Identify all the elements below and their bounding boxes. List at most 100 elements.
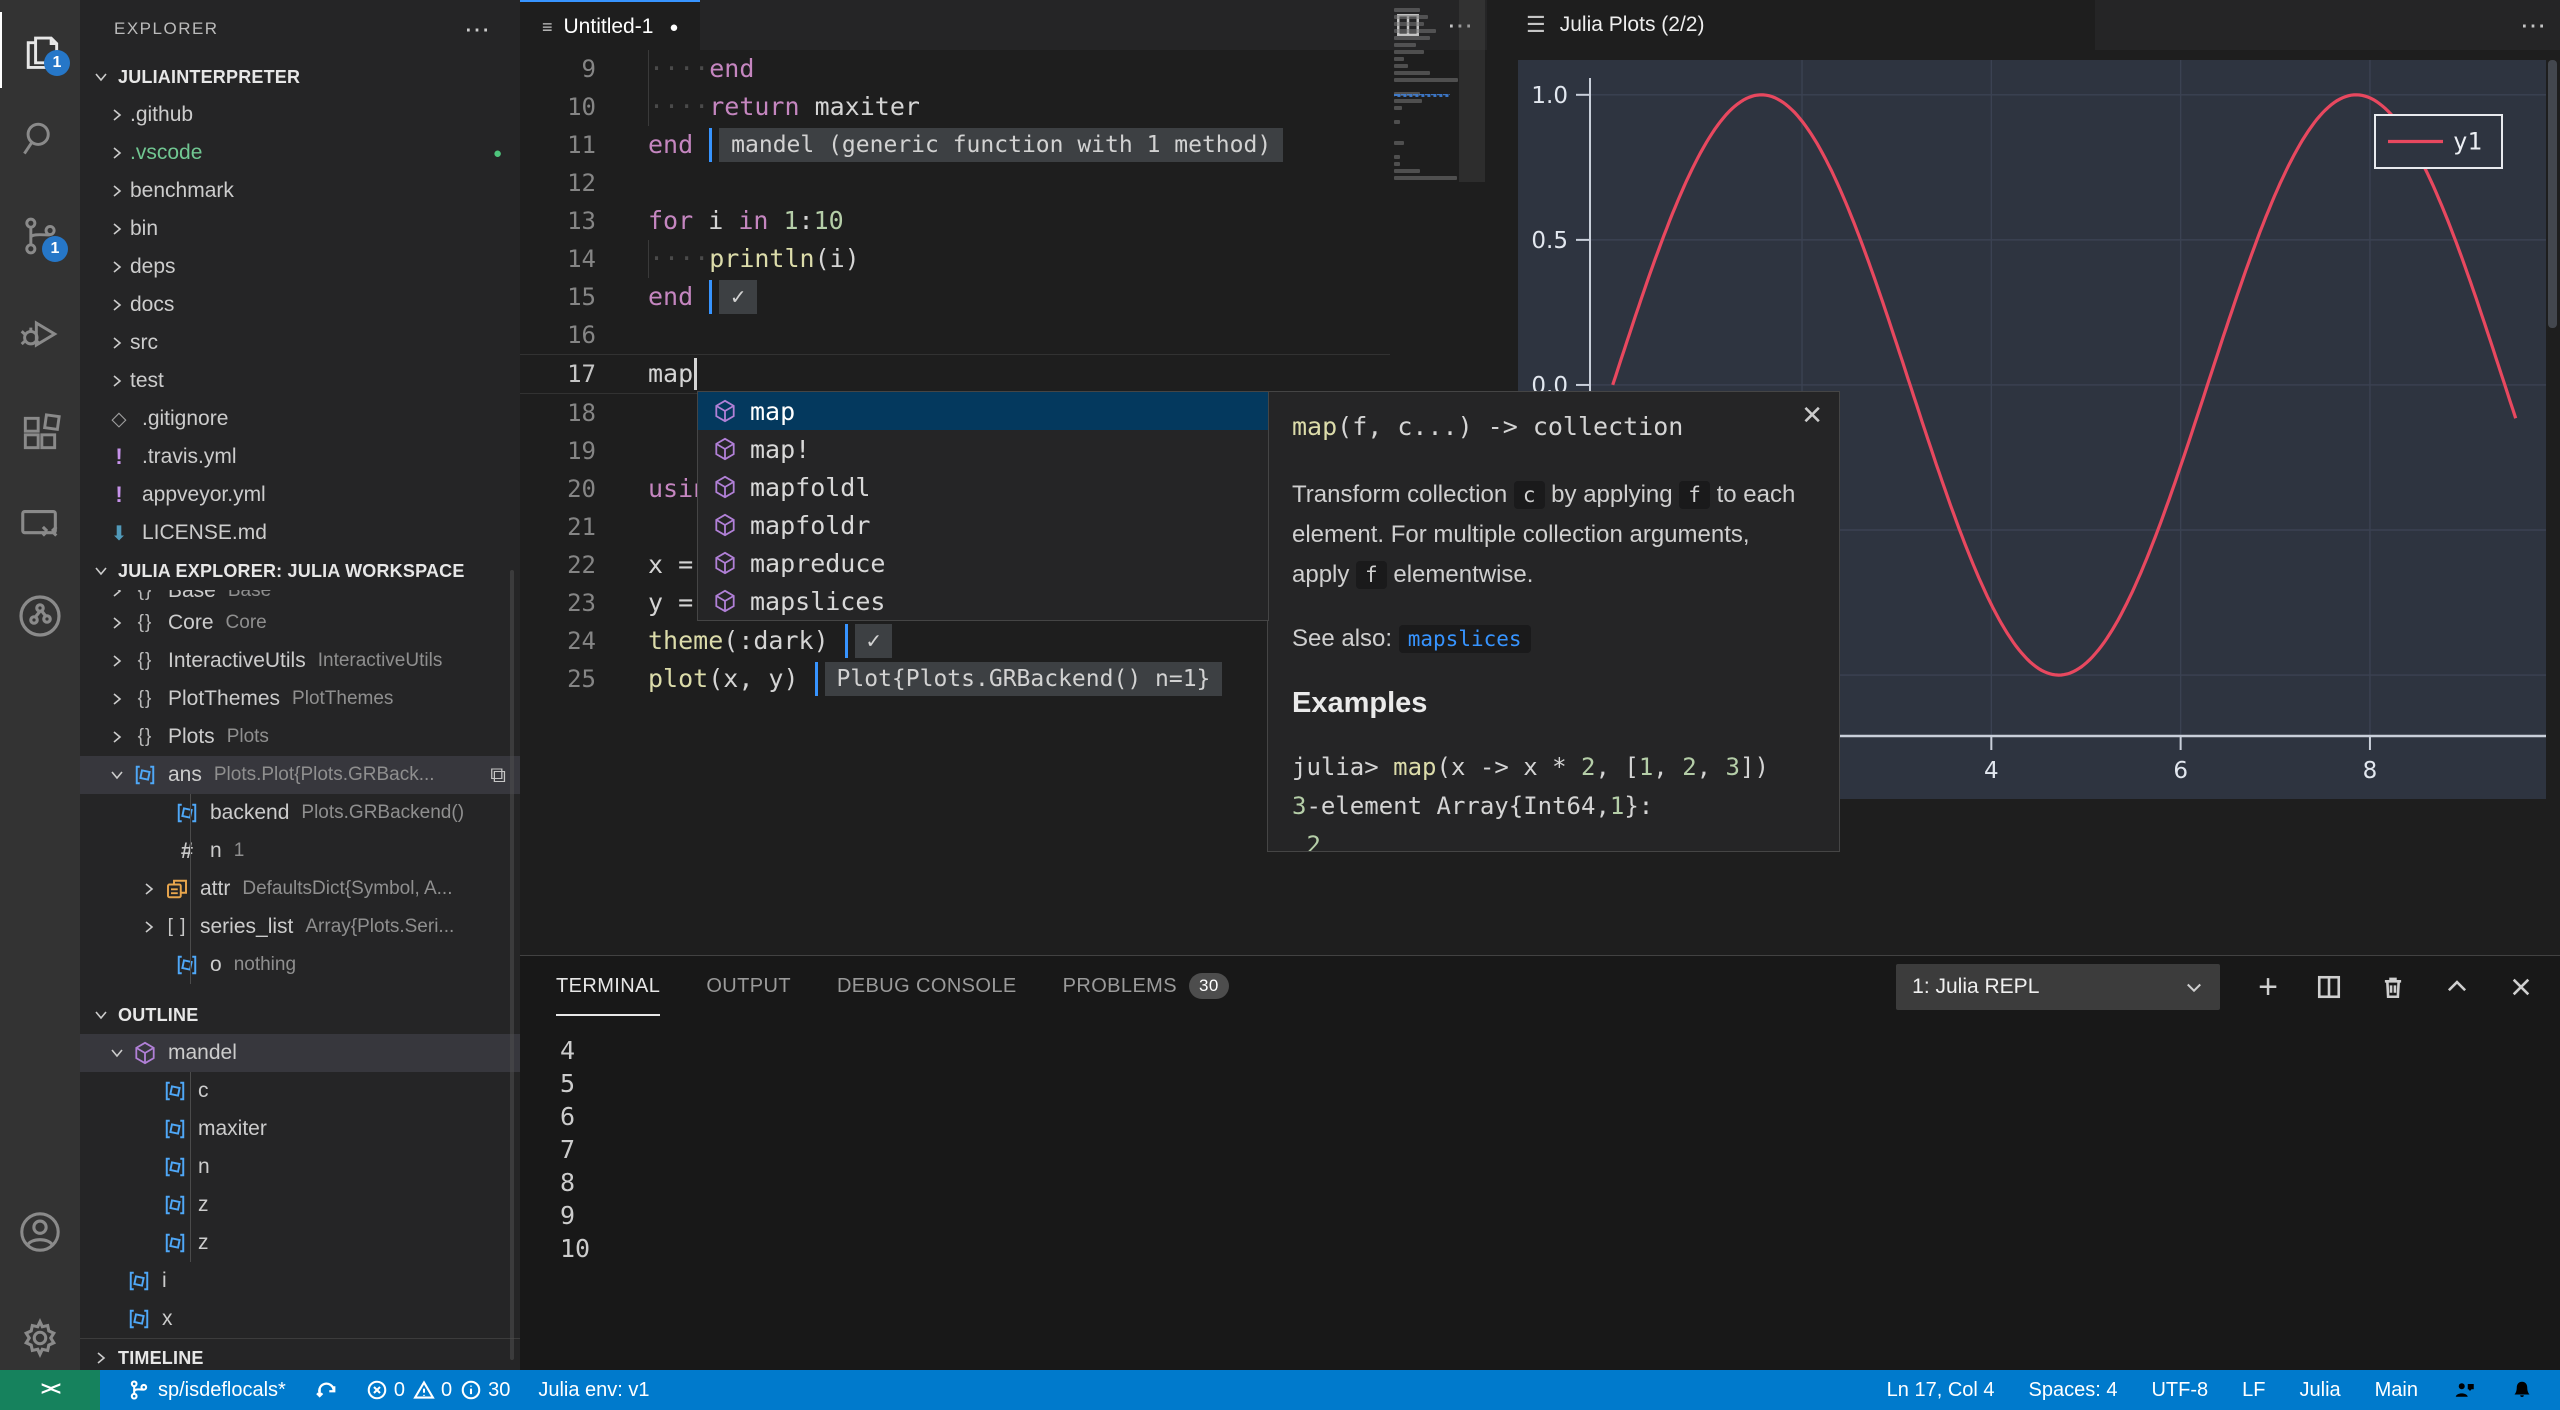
file-tree-item[interactable]: src: [80, 324, 520, 362]
explorer-more-actions-icon[interactable]: ⋯: [464, 14, 492, 45]
editor-line[interactable]: 16: [520, 316, 1390, 354]
tab-terminal[interactable]: TERMINAL: [556, 956, 660, 1016]
file-tree-item[interactable]: .github: [80, 96, 520, 134]
extensions-icon[interactable]: [0, 395, 80, 471]
terminal-output[interactable]: 45678910julia>: [560, 1034, 683, 1410]
workspace-tree-item[interactable]: ans Plots.Plot{Plots.GRBack... ⧉: [80, 756, 520, 794]
braces-icon: {}: [137, 688, 153, 709]
minimap-line: [1394, 162, 1400, 166]
file-tree-item[interactable]: ⬇ LICENSE.md: [80, 514, 520, 552]
search-icon[interactable]: [0, 100, 80, 176]
cursor-position[interactable]: Ln 17, Col 4: [1887, 1379, 1995, 1402]
eol[interactable]: LF: [2242, 1379, 2265, 1402]
git-branch[interactable]: sp/isdeflocals*: [128, 1379, 286, 1402]
explorer-icon[interactable]: 1: [0, 12, 82, 88]
plots-scrollbar[interactable]: [2548, 60, 2557, 328]
indentation[interactable]: Spaces: 4: [2029, 1379, 2118, 1402]
workspace-tree-item[interactable]: {} Plots Plots: [80, 718, 520, 756]
problems-summary[interactable]: 0 0 30: [366, 1379, 510, 1402]
sync-icon[interactable]: [314, 1378, 338, 1402]
line-content: for i in 1:10: [648, 206, 844, 235]
outline-tree-item[interactable]: maxiter: [80, 1110, 520, 1148]
file-tree-item[interactable]: bin: [80, 210, 520, 248]
suggest-item-mapfoldl[interactable]: mapfoldl: [698, 468, 1268, 506]
suggest-item-mapfoldr[interactable]: mapfoldr: [698, 506, 1268, 544]
open-in-editor-icon[interactable]: ⧉: [490, 762, 506, 788]
outline-tree-item[interactable]: z: [80, 1224, 520, 1262]
remote-explorer-icon[interactable]: [0, 487, 80, 563]
suggest-item-map[interactable]: map!: [698, 430, 1268, 468]
editor-line[interactable]: 25 plot (x, y) Plot{Plots.GRBackend() n=1}: [520, 660, 1390, 698]
file-tree-item[interactable]: benchmark: [80, 172, 520, 210]
outline-tree-item[interactable]: c: [80, 1072, 520, 1110]
remote-indicator[interactable]: ><: [0, 1370, 100, 1410]
suggest-item-map[interactable]: map: [698, 392, 1268, 430]
var-icon: [172, 953, 202, 977]
workspace-tree-item[interactable]: {} InteractiveUtils InteractiveUtils: [80, 642, 520, 680]
encoding[interactable]: UTF-8: [2151, 1379, 2208, 1402]
maximize-panel-icon[interactable]: [2444, 974, 2470, 1000]
tab-debug-console[interactable]: DEBUG CONSOLE: [837, 956, 1017, 1016]
file-tree-item[interactable]: .vscode ●: [80, 134, 520, 172]
workspace-tree-item[interactable]: [ ] series_list Array{Plots.Seri...: [80, 908, 520, 946]
file-tree-item[interactable]: ⬦ .gitignore: [80, 400, 520, 438]
mapslices-link[interactable]: mapslices: [1398, 625, 1531, 653]
editor-line[interactable]: 13 for i in 1:10: [520, 202, 1390, 240]
outline-tree-item[interactable]: z: [80, 1186, 520, 1224]
workspace-tree-item[interactable]: {} Core Core: [80, 604, 520, 642]
file-tree-item[interactable]: ! appveyor.yml: [80, 476, 520, 514]
workspace-tree-item[interactable]: o nothing: [80, 946, 520, 984]
section-header-outline[interactable]: OUTLINE: [80, 996, 520, 1034]
section-header-julia-workspace[interactable]: JULIA EXPLORER: JULIA WORKSPACE: [80, 552, 520, 590]
workspace-tree-item[interactable]: # n 1: [80, 832, 520, 870]
account-icon[interactable]: [0, 1194, 80, 1270]
plots-more-actions-icon[interactable]: ⋯: [2520, 10, 2546, 41]
tab-output[interactable]: OUTPUT: [706, 956, 791, 1016]
close-panel-icon[interactable]: [2508, 974, 2534, 1000]
workspace-tree-item[interactable]: {} Base Base: [80, 590, 520, 604]
feedback-icon[interactable]: [2452, 1378, 2476, 1402]
new-terminal-icon[interactable]: +: [2258, 968, 2278, 1007]
editor-line[interactable]: 12: [520, 164, 1390, 202]
file-tree-item[interactable]: deps: [80, 248, 520, 286]
dirty-indicator: ●: [669, 18, 679, 36]
julia-env[interactable]: Julia env: v1: [538, 1379, 649, 1402]
run-debug-icon[interactable]: [0, 296, 80, 372]
editor-line[interactable]: 9 ···· end: [520, 50, 1390, 88]
tab-problems[interactable]: PROBLEMS 30: [1063, 956, 1229, 1016]
tab-untitled-1[interactable]: ≡ Untitled-1 ●: [520, 0, 701, 52]
suggest-item-mapslices[interactable]: mapslices: [698, 582, 1268, 620]
file-tree-item[interactable]: docs: [80, 286, 520, 324]
sidebar-scrollbar[interactable]: [510, 570, 514, 1360]
julia-mode[interactable]: Main: [2375, 1379, 2418, 1402]
editor-line[interactable]: 24 theme (:dark) ✓: [520, 622, 1390, 660]
outline-tree-item[interactable]: n: [80, 1148, 520, 1186]
editor-line[interactable]: 15 end ✓: [520, 278, 1390, 316]
minimap[interactable]: [1390, 0, 1458, 320]
section-header-juliainterpreter[interactable]: JULIAINTERPRETER: [80, 58, 520, 96]
kill-terminal-icon[interactable]: [2380, 974, 2406, 1000]
terminal-select[interactable]: 1: Julia REPL: [1896, 964, 2221, 1010]
source-control-icon[interactable]: 1: [0, 198, 80, 274]
notifications-bell-icon[interactable]: [2510, 1378, 2534, 1402]
file-tree-item[interactable]: test: [80, 362, 520, 400]
workspace-tree-item[interactable]: attr DefaultsDict{Symbol, A...: [80, 870, 520, 908]
settings-gear-icon[interactable]: [0, 1300, 80, 1376]
workspace-tree-item[interactable]: backend Plots.GRBackend(): [80, 794, 520, 832]
language-mode[interactable]: Julia: [2300, 1379, 2341, 1402]
editor-line[interactable]: 17 map: [520, 354, 1390, 394]
tab-julia-plots[interactable]: ☰ Julia Plots (2/2): [1502, 0, 2095, 50]
workspace-tree-item[interactable]: {} PlotThemes PlotThemes: [80, 680, 520, 718]
suggest-item-mapreduce[interactable]: mapreduce: [698, 544, 1268, 582]
split-terminal-icon[interactable]: [2316, 974, 2342, 1000]
editor-line[interactable]: 10 ···· return maxiter: [520, 88, 1390, 126]
outline-tree-item[interactable]: x: [80, 1300, 520, 1338]
close-icon[interactable]: ✕: [1801, 400, 1823, 431]
outline-tree-item[interactable]: mandel: [80, 1034, 520, 1072]
editor-line[interactable]: 11 end mandel (generic function with 1 met…: [520, 126, 1390, 164]
outline-tree-item[interactable]: i: [80, 1262, 520, 1300]
section-header-timeline[interactable]: TIMELINE: [80, 1338, 520, 1370]
julia-extension-icon[interactable]: [0, 578, 80, 654]
file-tree-item[interactable]: ! .travis.yml: [80, 438, 520, 476]
editor-line[interactable]: 14 ···· println (i): [520, 240, 1390, 278]
